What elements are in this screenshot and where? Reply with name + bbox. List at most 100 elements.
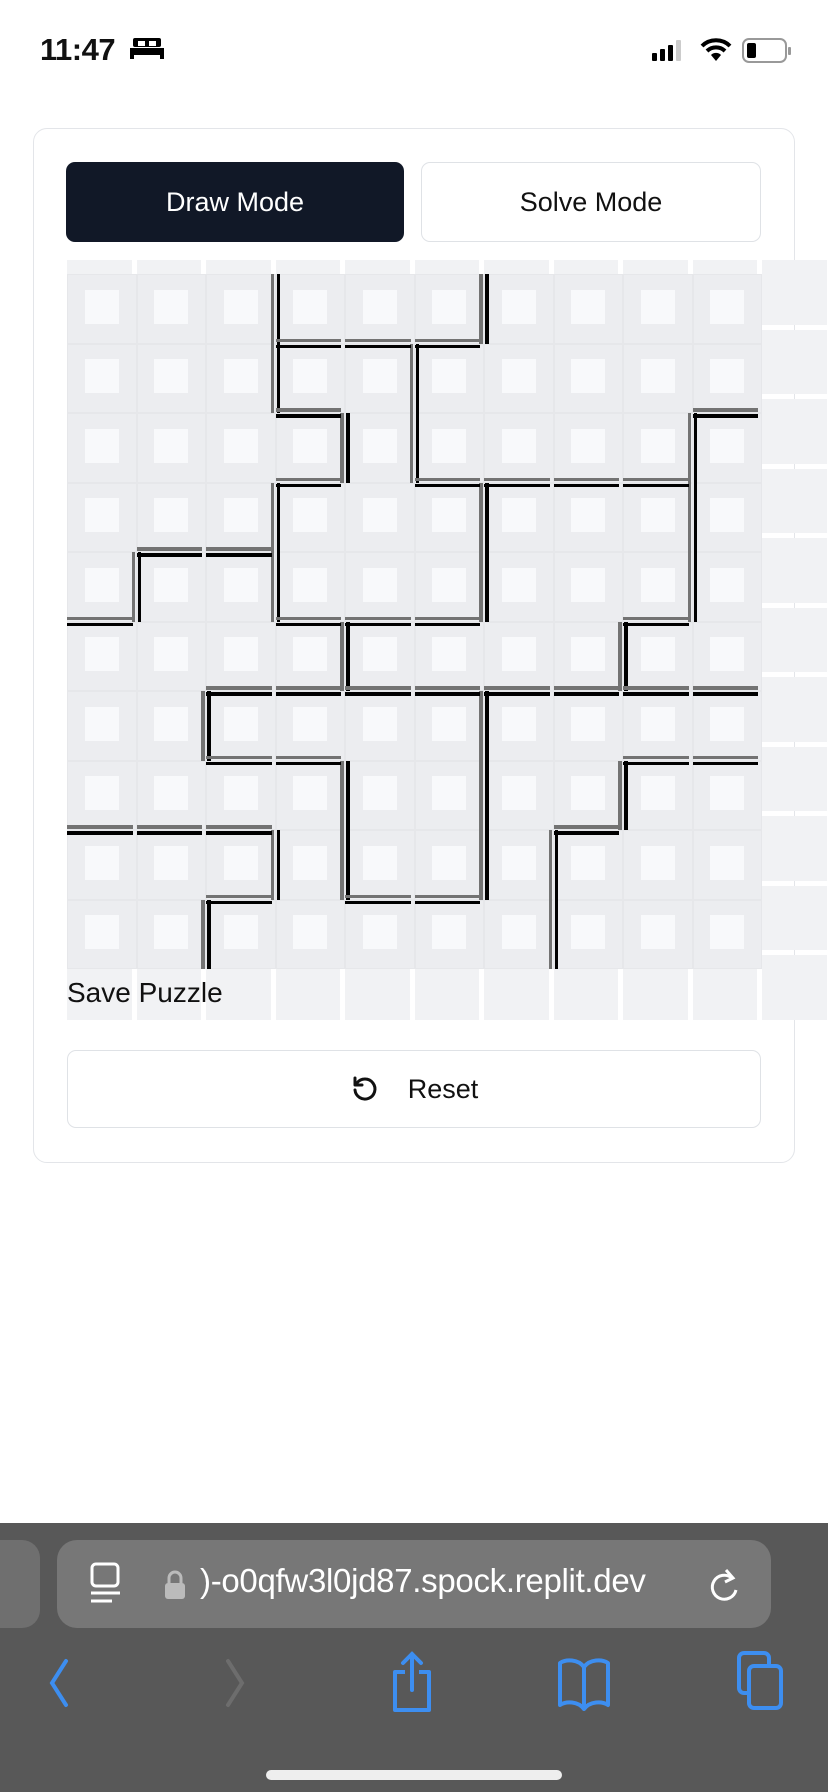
grid-cell[interactable] [553, 621, 623, 691]
horizontal-wall[interactable] [345, 622, 411, 626]
grid-cell[interactable] [67, 760, 137, 830]
grid-cell[interactable] [345, 482, 415, 552]
grid-cell[interactable] [623, 482, 693, 552]
horizontal-wall[interactable] [275, 622, 341, 626]
grid-cell[interactable] [414, 343, 484, 413]
horizontal-wall-shadow[interactable] [275, 616, 341, 620]
grid-cell[interactable] [553, 899, 623, 969]
grid-cell[interactable] [484, 552, 554, 622]
grid-cell[interactable] [692, 621, 762, 691]
horizontal-wall-shadow[interactable] [206, 547, 272, 551]
horizontal-wall-shadow[interactable] [692, 408, 758, 412]
vertical-wall-shadow[interactable] [340, 760, 344, 830]
grid-cell[interactable] [136, 482, 206, 552]
vertical-wall[interactable] [276, 274, 280, 344]
grid-cell[interactable] [67, 691, 137, 761]
horizontal-wall-shadow[interactable] [67, 616, 133, 620]
vertical-wall[interactable] [346, 760, 350, 830]
grid-cell[interactable] [553, 691, 623, 761]
vertical-wall-shadow[interactable] [618, 621, 622, 691]
horizontal-wall-shadow[interactable] [623, 755, 689, 759]
vertical-wall[interactable] [485, 482, 489, 552]
grid-cell[interactable] [275, 760, 345, 830]
grid-cell[interactable] [136, 899, 206, 969]
bookmarks-icon[interactable] [556, 1655, 612, 1711]
grid-cell[interactable] [345, 899, 415, 969]
grid-cell[interactable] [692, 343, 762, 413]
grid-cell[interactable] [484, 413, 554, 483]
vertical-wall-shadow[interactable] [131, 552, 135, 622]
grid-cell[interactable] [623, 760, 693, 830]
vertical-wall-shadow[interactable] [618, 760, 622, 830]
vertical-wall-shadow[interactable] [548, 899, 552, 969]
grid-cell[interactable] [623, 413, 693, 483]
grid-cell[interactable] [345, 621, 415, 691]
horizontal-wall[interactable] [553, 483, 619, 487]
vertical-wall-shadow[interactable] [270, 343, 274, 413]
horizontal-wall[interactable] [414, 344, 480, 348]
grid-cell[interactable] [275, 830, 345, 900]
horizontal-wall-shadow[interactable] [345, 686, 411, 690]
horizontal-wall[interactable] [623, 483, 689, 487]
grid-cell[interactable] [692, 691, 762, 761]
vertical-wall-shadow[interactable] [409, 413, 413, 483]
vertical-wall-shadow[interactable] [270, 274, 274, 344]
horizontal-wall-shadow[interactable] [275, 408, 341, 412]
grid-cell[interactable] [692, 760, 762, 830]
horizontal-wall[interactable] [275, 483, 341, 487]
grid-cell[interactable] [623, 899, 693, 969]
grid-cell[interactable] [414, 552, 484, 622]
solve-mode-button[interactable]: Solve Mode [421, 162, 761, 242]
horizontal-wall-shadow[interactable] [206, 825, 272, 829]
grid-cell[interactable] [136, 413, 206, 483]
vertical-wall-shadow[interactable] [479, 552, 483, 622]
grid-cell[interactable] [275, 413, 345, 483]
grid-cell[interactable] [414, 830, 484, 900]
grid-cell[interactable] [345, 552, 415, 622]
grid-cell[interactable] [414, 760, 484, 830]
horizontal-wall-shadow[interactable] [692, 686, 758, 690]
grid-cell[interactable] [623, 691, 693, 761]
horizontal-wall[interactable] [206, 692, 272, 696]
vertical-wall[interactable] [207, 899, 211, 969]
previous-tab-pill[interactable] [0, 1540, 40, 1628]
horizontal-wall[interactable] [484, 483, 550, 487]
vertical-wall[interactable] [554, 830, 558, 900]
horizontal-wall[interactable] [414, 483, 480, 487]
grid-cell[interactable] [553, 482, 623, 552]
grid-cell[interactable] [206, 830, 276, 900]
vertical-wall[interactable] [693, 413, 697, 483]
vertical-wall[interactable] [624, 621, 628, 691]
vertical-wall-shadow[interactable] [270, 552, 274, 622]
grid-cell[interactable] [67, 413, 137, 483]
vertical-wall[interactable] [415, 413, 419, 483]
horizontal-wall-shadow[interactable] [414, 686, 480, 690]
tabs-icon[interactable] [736, 1650, 792, 1714]
grid-cell[interactable] [692, 830, 762, 900]
horizontal-wall-shadow[interactable] [553, 477, 619, 481]
grid-cell[interactable] [414, 691, 484, 761]
horizontal-wall[interactable] [484, 692, 550, 696]
horizontal-wall[interactable] [623, 622, 689, 626]
horizontal-wall[interactable] [345, 344, 411, 348]
grid-cell[interactable] [692, 899, 762, 969]
vertical-wall[interactable] [485, 274, 489, 344]
horizontal-wall[interactable] [692, 414, 758, 418]
vertical-wall[interactable] [415, 343, 419, 413]
vertical-wall[interactable] [207, 691, 211, 761]
grid-cell[interactable] [414, 482, 484, 552]
vertical-wall[interactable] [346, 413, 350, 483]
reset-button[interactable]: Reset [67, 1050, 761, 1128]
grid-cell[interactable] [484, 830, 554, 900]
grid-cell[interactable] [136, 621, 206, 691]
reload-icon[interactable] [708, 1566, 742, 1606]
horizontal-wall-shadow[interactable] [553, 686, 619, 690]
horizontal-wall[interactable] [206, 900, 272, 904]
grid-cell[interactable] [275, 274, 345, 344]
horizontal-wall[interactable] [136, 553, 202, 557]
vertical-wall[interactable] [485, 760, 489, 830]
horizontal-wall-shadow[interactable] [414, 338, 480, 342]
horizontal-wall-shadow[interactable] [623, 686, 689, 690]
horizontal-wall-shadow[interactable] [136, 825, 202, 829]
grid-cell[interactable] [206, 482, 276, 552]
